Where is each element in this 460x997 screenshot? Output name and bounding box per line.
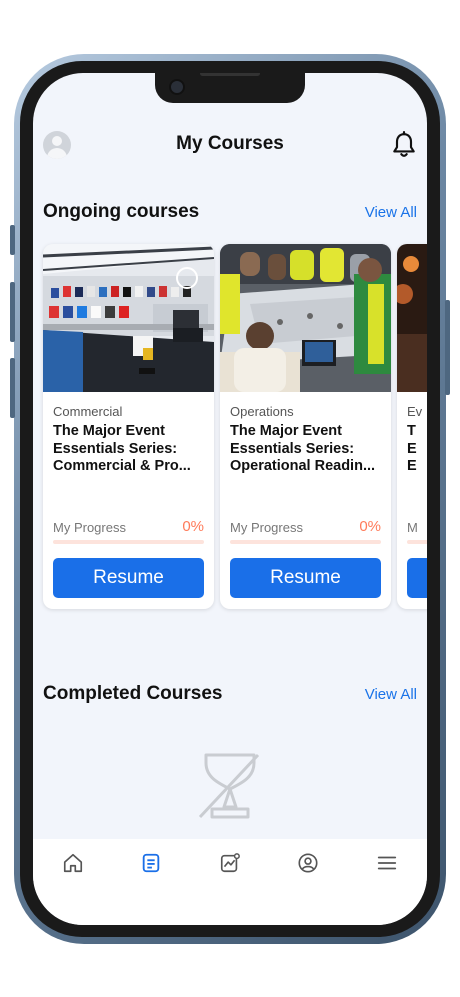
course-card[interactable]: Operations The Major Event Essentials Se… [220, 244, 391, 609]
course-thumbnail [220, 244, 391, 392]
course-card[interactable]: Ev T E E M [397, 244, 427, 609]
progress-value: 0% [182, 518, 204, 535]
course-title: The Major Event Essentials Series: Opera… [230, 423, 376, 474]
ongoing-view-all-link[interactable]: View All [365, 204, 417, 221]
trophy-icon [198, 753, 260, 819]
bottom-nav [33, 839, 427, 925]
resume-button[interactable] [407, 558, 427, 598]
ongoing-courses-title: Ongoing courses [43, 201, 200, 222]
app-screen: My Courses Ongoing courses View All Comm… [33, 73, 427, 925]
progress-bar [230, 540, 381, 544]
home-icon[interactable] [62, 852, 84, 874]
phone-side-button [10, 358, 15, 418]
progress-label: My Progress [230, 520, 303, 535]
notch [155, 73, 305, 103]
completed-view-all-link[interactable]: View All [365, 686, 417, 703]
course-category: Commercial [53, 404, 123, 419]
course-title: T E E [407, 423, 417, 474]
course-title: The Major Event Essentials Series: Comme… [53, 423, 191, 474]
progress-label: My Progress [53, 520, 126, 535]
phone-side-button [445, 300, 450, 395]
resume-button[interactable]: Resume [53, 558, 204, 598]
profile-icon[interactable] [297, 852, 319, 874]
progress-label: M [407, 520, 418, 535]
course-category: Operations [230, 404, 294, 419]
course-category: Ev [407, 404, 423, 419]
menu-icon[interactable] [376, 852, 398, 874]
analytics-icon[interactable] [219, 852, 241, 874]
course-thumbnail [43, 244, 214, 392]
course-card[interactable]: Commercial The Major Event Essentials Se… [43, 244, 214, 609]
course-thumbnail [397, 244, 427, 392]
courses-icon[interactable] [140, 852, 162, 874]
speaker [200, 73, 260, 76]
completed-courses-title: Completed Courses [43, 683, 223, 704]
resume-button[interactable]: Resume [230, 558, 381, 598]
camera [169, 79, 185, 95]
phone-side-button [10, 225, 15, 255]
progress-value: 0% [359, 518, 381, 535]
page-title: My Courses [176, 133, 284, 154]
progress-bar [407, 540, 427, 544]
bell-icon[interactable] [391, 131, 417, 159]
phone-side-button [10, 282, 15, 342]
progress-bar [53, 540, 204, 544]
